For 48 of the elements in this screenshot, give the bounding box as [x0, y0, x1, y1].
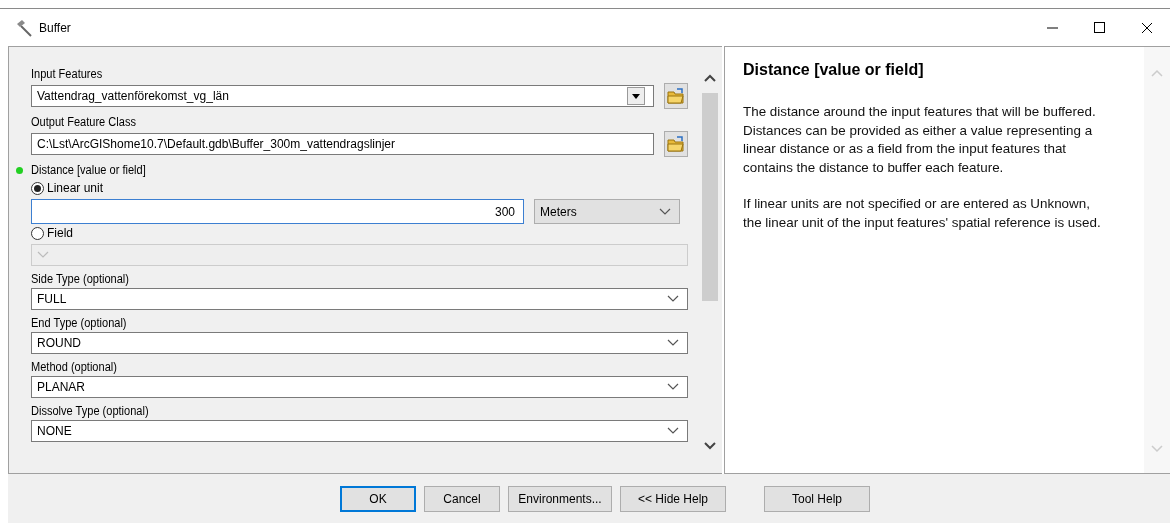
chevron-down-icon — [659, 207, 671, 216]
help-title: Distance [value or field] — [743, 61, 925, 79]
unit-dropdown[interactable]: Meters — [534, 199, 680, 224]
chevron-down-icon — [667, 427, 679, 435]
chevron-down-icon — [667, 339, 679, 347]
scrollbar-thumb[interactable] — [702, 93, 718, 301]
folder-icon — [667, 136, 685, 152]
scroll-up-icon — [703, 73, 717, 83]
close-icon — [1140, 21, 1153, 34]
radio-label: Linear unit — [47, 181, 104, 195]
chevron-down-icon — [37, 251, 49, 259]
parameter-label: End Type (optional) — [31, 316, 127, 330]
help-scrollbar[interactable] — [1144, 47, 1170, 473]
window-title: Buffer — [39, 20, 71, 35]
dropdown[interactable]: ROUND — [31, 332, 688, 354]
dialog-button[interactable]: Cancel — [424, 485, 500, 512]
parameter-label: Method (optional) — [31, 360, 117, 374]
scroll-up-icon — [1151, 69, 1163, 77]
dropdown[interactable]: FULL — [31, 288, 688, 310]
distance-value-field[interactable]: 300 — [31, 199, 524, 224]
parameter-label: Dissolve Type (optional) — [31, 404, 149, 418]
parameter-label: Output Feature Class — [31, 115, 136, 129]
parameter-label: Distance [value or field] — [31, 163, 146, 177]
dropdown[interactable]: PLANAR — [31, 376, 688, 398]
parameter-label: Input Features — [31, 67, 103, 81]
scroll-down-icon — [1151, 445, 1163, 453]
parameter-label: Side Type (optional) — [31, 272, 129, 286]
radio-button[interactable] — [31, 226, 44, 240]
radio-label: Field — [47, 226, 73, 240]
help-paragraph: The distance around the input features that will be buffered. Distances can be provided as either a value representing a linear distance or as a field from the input features that contains the distance to buffer each feature. — [743, 103, 1097, 177]
browse-button[interactable] — [664, 83, 688, 109]
dialog-button[interactable]: OK — [340, 485, 416, 512]
folder-icon — [667, 88, 685, 104]
input-features-dropdown[interactable]: Vattendrag_vattenförekomst_vg_län — [31, 85, 654, 107]
dialog-button[interactable]: Tool Help — [764, 485, 870, 512]
help-paragraph: If linear units are not specified or are entered as Unknown, the linear unit of the input features' spatial reference is used. — [743, 195, 1102, 232]
dropdown[interactable]: NONE — [31, 420, 688, 442]
chevron-down-icon — [667, 295, 679, 303]
scroll-down-icon — [703, 441, 717, 451]
dialog-button[interactable]: << Hide Help — [620, 485, 726, 512]
chevron-down-icon — [667, 383, 679, 391]
browse-button[interactable] — [664, 131, 688, 157]
hammer-icon — [15, 18, 33, 37]
minimize-icon — [1047, 26, 1058, 29]
radio-button[interactable] — [31, 181, 44, 195]
maximize-icon — [1094, 22, 1105, 33]
dialog-button[interactable]: Environments... — [508, 485, 612, 512]
path-field[interactable]: C:\Lst\ArcGIShome10.7\Default.gdb\Buffer_300m_vattendragslinjer — [31, 133, 654, 155]
